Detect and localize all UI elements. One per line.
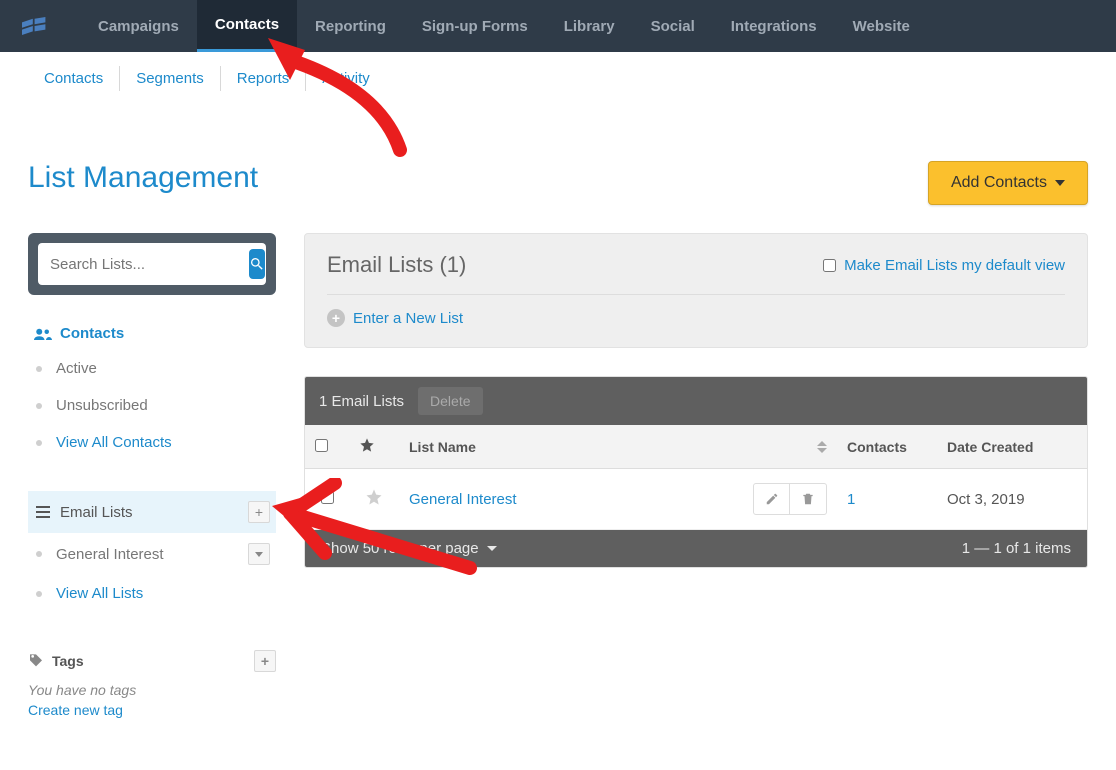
th-star[interactable]: [349, 425, 399, 469]
nav-website[interactable]: Website: [835, 0, 928, 52]
sidebar-item-view-all-lists[interactable]: View All Lists: [28, 575, 276, 612]
add-tag-button[interactable]: +: [254, 650, 276, 672]
table-toolbar: 1 Email Lists Delete: [305, 377, 1087, 425]
list-dropdown-button[interactable]: [248, 543, 270, 565]
nav-social[interactable]: Social: [633, 0, 713, 52]
th-contacts[interactable]: Contacts: [837, 425, 937, 469]
sidebar-item-general-interest[interactable]: General Interest: [28, 533, 276, 575]
search-button[interactable]: [249, 249, 265, 279]
table-row: General Interest 1 Oct 3, 2019: [305, 469, 1087, 530]
people-icon: [34, 327, 52, 341]
subnav-segments[interactable]: Segments: [120, 66, 220, 91]
th-list-name[interactable]: List Name: [399, 425, 837, 469]
subnav-reports[interactable]: Reports: [221, 66, 306, 91]
brand-logo[interactable]: [0, 0, 80, 52]
lists-table: List Name Contacts Date Created: [305, 425, 1087, 530]
lists-table-wrap: 1 Email Lists Delete List Name Contacts: [304, 376, 1088, 568]
trash-icon: [801, 492, 815, 506]
enter-new-list-link[interactable]: + Enter a New List: [327, 295, 1065, 327]
row-star[interactable]: [349, 469, 399, 530]
nav-signup-forms[interactable]: Sign-up Forms: [404, 0, 546, 52]
sub-navbar: Contacts Segments Reports Activity: [0, 52, 1116, 101]
sidebar-item-view-all-contacts[interactable]: View All Contacts: [28, 424, 276, 461]
list-icon: [36, 506, 50, 518]
toolbar-count: 1 Email Lists: [319, 393, 404, 410]
search-box-wrap: [28, 233, 276, 295]
panel-title: Email Lists (1): [327, 252, 466, 278]
row-checkbox[interactable]: [321, 491, 334, 504]
sidebar-item-unsubscribed[interactable]: Unsubscribed: [28, 387, 276, 424]
toolbar-delete-button[interactable]: Delete: [418, 387, 482, 415]
edit-list-button[interactable]: [754, 484, 790, 514]
pencil-icon: [765, 492, 779, 506]
subnav-contacts[interactable]: Contacts: [28, 66, 119, 91]
email-lists-panel: Email Lists (1) Make Email Lists my defa…: [304, 233, 1088, 348]
th-date-created[interactable]: Date Created: [937, 425, 1087, 469]
list-name-link[interactable]: General Interest: [409, 491, 517, 508]
contacts-count-link[interactable]: 1: [847, 491, 855, 508]
rows-per-page-dropdown[interactable]: Show 50 rows per page: [321, 540, 497, 557]
select-all-checkbox[interactable]: [315, 439, 328, 452]
nav-integrations[interactable]: Integrations: [713, 0, 835, 52]
nav-contacts[interactable]: Contacts: [197, 0, 297, 52]
main-content: Email Lists (1) Make Email Lists my defa…: [304, 233, 1088, 750]
nav-library[interactable]: Library: [546, 0, 633, 52]
add-contacts-button[interactable]: Add Contacts: [928, 161, 1088, 205]
sidebar-item-active[interactable]: Active: [28, 350, 276, 387]
sidebar-email-lists-heading[interactable]: Email Lists +: [28, 491, 276, 533]
star-icon: [359, 437, 375, 453]
sidebar: Contacts Active Unsubscribed View All Co…: [28, 233, 276, 750]
plus-circle-icon: +: [327, 309, 345, 327]
tag-icon: [28, 653, 44, 669]
page-title: List Management: [28, 161, 258, 195]
caret-down-icon: [255, 552, 263, 557]
pagination-range: 1 — 1 of 1 items: [962, 540, 1071, 557]
sidebar-contacts-heading[interactable]: Contacts: [28, 317, 276, 350]
star-icon: [365, 488, 383, 506]
table-footer: Show 50 rows per page 1 — 1 of 1 items: [305, 530, 1087, 567]
th-select-all: [305, 425, 349, 469]
subnav-activity[interactable]: Activity: [306, 66, 386, 91]
caret-down-icon: [1055, 180, 1065, 186]
delete-list-button[interactable]: [790, 484, 826, 514]
add-contacts-label: Add Contacts: [951, 174, 1047, 192]
caret-down-icon: [487, 546, 497, 551]
default-view-checkbox[interactable]: Make Email Lists my default view: [823, 257, 1065, 274]
nav-campaigns[interactable]: Campaigns: [80, 0, 197, 52]
sidebar-tags-heading: Tags +: [28, 642, 276, 680]
search-lists-input[interactable]: [50, 256, 249, 273]
date-created-cell: Oct 3, 2019: [937, 469, 1087, 530]
no-tags-text: You have no tags: [28, 680, 276, 700]
sort-arrows-icon: [817, 441, 827, 453]
top-navbar: Campaigns Contacts Reporting Sign-up For…: [0, 0, 1116, 52]
default-view-checkbox-input[interactable]: [823, 259, 836, 272]
nav-reporting[interactable]: Reporting: [297, 0, 404, 52]
add-email-list-button[interactable]: +: [248, 501, 270, 523]
search-icon: [249, 256, 265, 272]
row-actions: [753, 483, 827, 515]
create-tag-link[interactable]: Create new tag: [28, 700, 276, 720]
